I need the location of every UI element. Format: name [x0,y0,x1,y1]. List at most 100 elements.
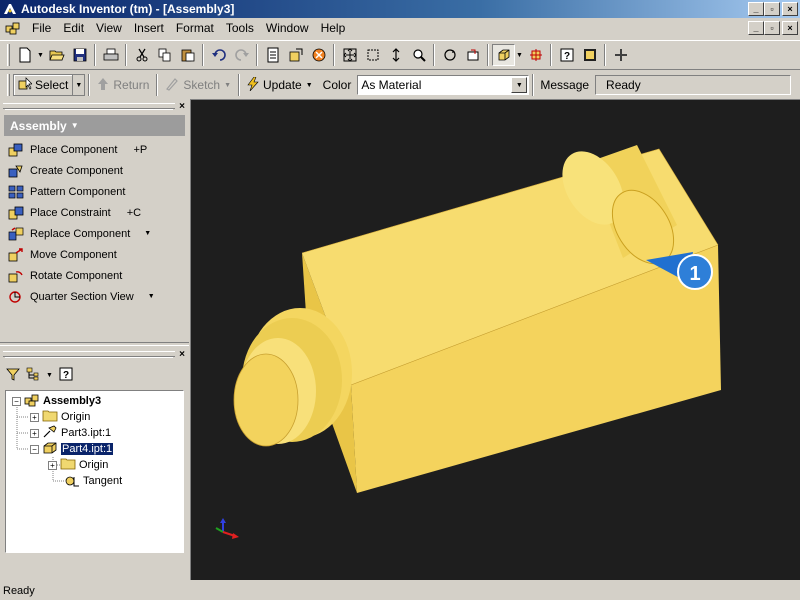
toolbar-separator [604,44,606,66]
menu-window[interactable]: Window [260,19,315,37]
help-icon[interactable]: ? [555,44,578,66]
command-shortcut: +C [126,206,142,219]
menu-file[interactable]: File [26,19,57,37]
shadow-icon[interactable] [524,44,547,66]
command-place-component[interactable]: Place Component +P [0,139,189,160]
panel-splitter[interactable] [0,342,189,346]
expand-icon[interactable]: + [30,412,39,422]
panel-bar-title: Assembly [10,118,67,133]
select-icon [18,76,33,94]
cut-icon[interactable] [130,44,153,66]
close-icon[interactable]: × [179,101,185,112]
command-label: Place Component [30,143,118,156]
doc-restore-button[interactable]: ▫ [764,21,780,35]
menu-tools[interactable]: Tools [220,19,260,37]
tree-node-part4[interactable]: − Part4.ipt:1 [30,441,115,457]
print-icon[interactable] [99,44,122,66]
command-replace-component[interactable]: Replace Component ▼ [0,223,189,244]
inventor-window: Autodesk Inventor (tm) - [Assembly3] _ ▫… [0,0,800,600]
left-panel: × Assembly ▼ Place Component +P Create C… [0,100,189,580]
undo-icon[interactable] [207,44,230,66]
zoom-all-extents-icon[interactable] [338,44,361,66]
maximize-button[interactable]: ▫ [764,2,780,16]
browser-grip[interactable] [3,351,176,357]
tree-node-part4-origin[interactable]: + Origin [48,457,108,473]
hierarchy-icon[interactable] [26,367,40,384]
pan-view-icon[interactable] [407,44,430,66]
expand-icon[interactable]: + [30,428,39,438]
pan-icon[interactable] [307,44,330,66]
rotate-icon[interactable] [438,44,461,66]
toolbar-separator [88,74,91,96]
menu-help[interactable]: Help [315,19,352,37]
sketch-dropdown-icon[interactable]: ▼ [224,82,231,89]
chevron-down-icon[interactable]: ▼ [144,230,151,237]
collapse-icon[interactable]: − [12,396,21,406]
new-dropdown-icon[interactable]: ▼ [36,44,45,66]
expand-icon[interactable]: + [48,460,57,470]
save-icon[interactable] [68,44,91,66]
toolbar-grip[interactable] [7,74,10,96]
tree-node-origin[interactable]: + Origin [30,409,90,425]
select-button[interactable]: Select [13,74,74,96]
filter-icon[interactable] [6,367,20,384]
command-move-component[interactable]: Move Component [0,244,189,265]
help-icon[interactable]: ? [59,367,73,384]
panel-grip[interactable] [3,103,176,109]
chevron-down-icon[interactable]: ▼ [511,77,528,93]
command-rotate-component[interactable]: Rotate Component [0,265,189,286]
collapse-icon[interactable]: − [30,444,39,454]
menu-view[interactable]: View [90,19,128,37]
menu-format[interactable]: Format [170,19,220,37]
select-dropdown-icon[interactable]: ▼ [73,74,86,96]
toolbar-separator [256,44,258,66]
minimize-button[interactable]: _ [748,2,764,16]
shaded-display-icon[interactable] [492,44,515,66]
tree-node-label: Tangent [83,475,123,487]
paste-icon[interactable] [176,44,199,66]
assembly-model[interactable]: 1 [233,140,721,493]
toolbar-separator [238,74,241,96]
chevron-down-icon[interactable]: ▼ [46,372,53,379]
tree-node-part3[interactable]: + Part3.ipt:1 [30,425,111,441]
zoom-all-icon[interactable] [261,44,284,66]
new-icon[interactable] [13,44,36,66]
command-place-constraint[interactable]: Place Constraint +C [0,202,189,223]
display-mode-dropdown-icon[interactable]: ▼ [515,44,524,66]
sketch-button[interactable]: Sketch ▼ [161,74,235,96]
3d-model-view[interactable]: 1 [191,100,800,581]
plus-icon[interactable] [609,44,632,66]
place-component-icon [8,142,24,158]
assembly-document-icon[interactable] [4,20,22,36]
command-create-component[interactable]: Create Component [0,160,189,181]
zoom-icon[interactable] [384,44,407,66]
tree-node-assembly3[interactable]: − Assembly3 [12,393,101,409]
graphics-window[interactable]: 1 [190,99,800,580]
doc-close-button[interactable]: × [782,21,798,35]
menu-edit[interactable]: Edit [57,19,90,37]
close-icon[interactable]: × [179,349,185,360]
command-quarter-section-view[interactable]: Quarter Section View ▼ [0,286,189,307]
update-button[interactable]: Update ▼ [243,74,317,96]
zoom-window-icon[interactable] [361,44,384,66]
redo-icon[interactable] [230,44,253,66]
close-button[interactable]: × [782,2,798,16]
chevron-down-icon[interactable]: ▼ [148,293,155,300]
menu-insert[interactable]: Insert [128,19,170,37]
update-dropdown-icon[interactable]: ▼ [306,82,313,89]
what-is-icon[interactable] [578,44,601,66]
doc-minimize-button[interactable]: _ [748,21,764,35]
return-arrow-icon [97,77,109,94]
panel-bar-title-button[interactable]: Assembly ▼ [4,115,185,136]
inventor-logo-icon [2,1,18,17]
tree-node-tangent[interactable]: Tangent [64,473,122,489]
return-button[interactable]: Return [93,74,153,96]
copy-icon[interactable] [153,44,176,66]
insert-component-icon[interactable] [284,44,307,66]
toolbar-grip[interactable] [7,44,10,66]
command-pattern-component[interactable]: Pattern Component [0,181,189,202]
message-label: Message [540,78,590,92]
look-at-icon[interactable] [461,44,484,66]
open-icon[interactable] [45,44,68,66]
color-select[interactable]: As Material ▼ [357,75,530,95]
